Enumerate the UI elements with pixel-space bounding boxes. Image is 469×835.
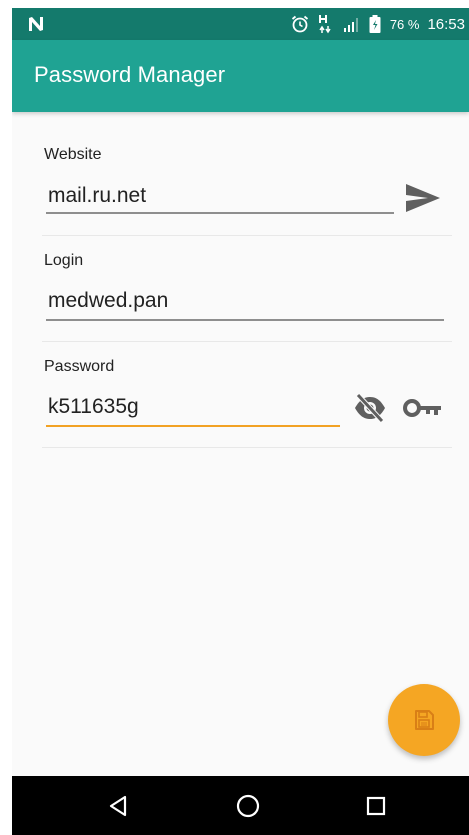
status-icons: 76 % 16:53: [290, 8, 465, 40]
divider: [42, 447, 452, 448]
battery-icon: [369, 15, 381, 33]
phone-screen: 76 % 16:53 Password Manager Website mail…: [12, 8, 469, 835]
generate-password-button[interactable]: [400, 388, 446, 428]
n-logo-icon: [29, 17, 43, 31]
toggle-visibility-button[interactable]: [348, 388, 392, 428]
divider: [42, 341, 452, 342]
save-fab[interactable]: [388, 684, 460, 756]
password-input[interactable]: k511635g: [48, 395, 139, 419]
save-icon: [415, 710, 434, 730]
password-underline: [46, 425, 340, 427]
data-arrows-icon: [318, 15, 331, 34]
home-button[interactable]: [218, 776, 278, 835]
password-field-group: Password k511635g: [42, 356, 452, 436]
status-bar: 76 % 16:53: [12, 8, 469, 40]
recents-button[interactable]: [346, 776, 406, 835]
navigation-bar: [12, 776, 469, 835]
login-label: Login: [44, 252, 84, 269]
app-bar: Password Manager: [12, 40, 469, 112]
back-icon: [109, 795, 127, 816]
login-underline: [46, 319, 444, 321]
battery-percent: 76 %: [389, 16, 420, 32]
clock: 16:53: [427, 15, 465, 33]
login-input[interactable]: medwed.pan: [48, 289, 168, 313]
visibility-off-icon: [355, 393, 385, 423]
signal-icon: [343, 18, 358, 32]
website-field-group: Website mail.ru.net: [42, 144, 452, 224]
website-label: Website: [44, 146, 102, 163]
alarm-icon: [291, 15, 308, 33]
key-icon: [403, 399, 441, 417]
recents-icon: [366, 796, 386, 815]
send-icon: [406, 184, 440, 212]
divider: [42, 235, 452, 236]
website-input[interactable]: mail.ru.net: [48, 184, 146, 208]
send-button[interactable]: [400, 178, 446, 218]
app-title: Password Manager: [34, 62, 226, 87]
password-label: Password: [44, 358, 115, 375]
login-field-group: Login medwed.pan: [42, 250, 452, 330]
back-button[interactable]: [88, 776, 148, 835]
website-underline: [46, 212, 394, 214]
home-icon: [236, 794, 260, 817]
